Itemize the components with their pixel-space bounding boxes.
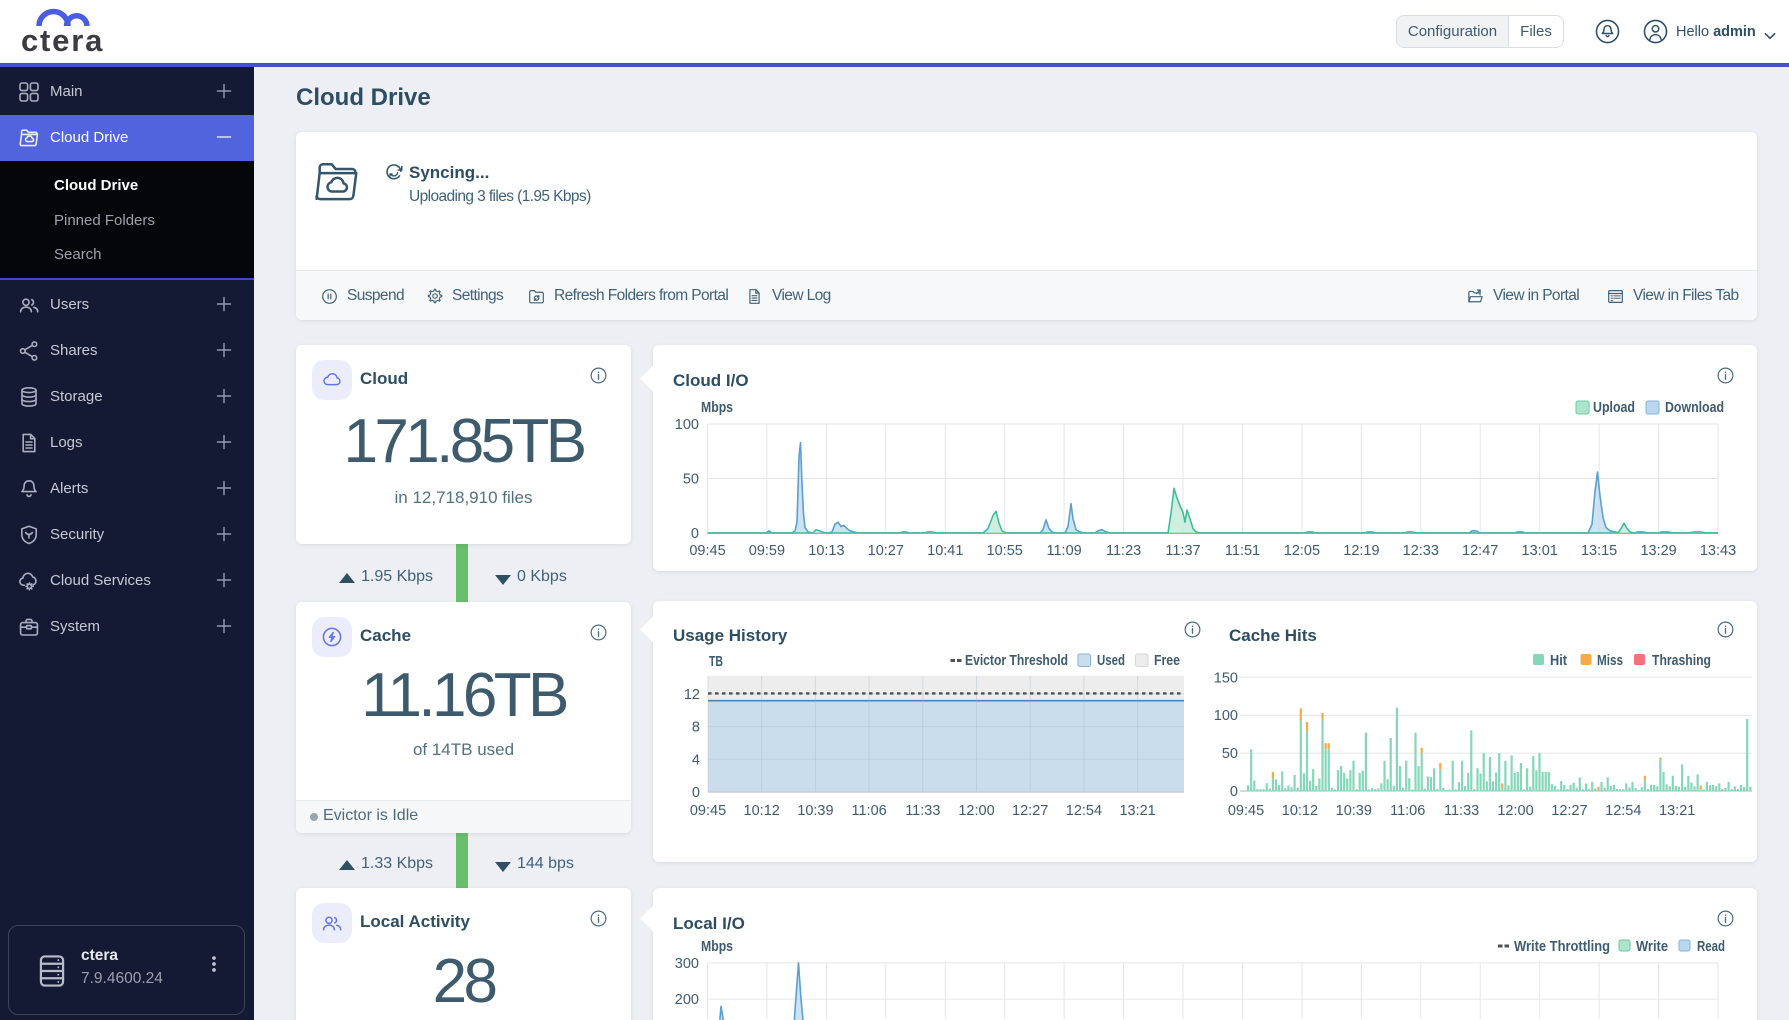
svg-text:ctera: ctera bbox=[21, 23, 104, 58]
